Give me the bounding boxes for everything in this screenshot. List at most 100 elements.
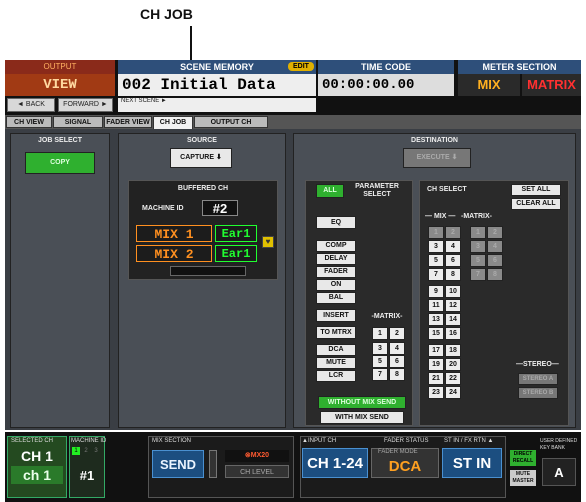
tab-ch-job[interactable]: CH JOB — [153, 116, 193, 130]
scene-display[interactable]: 002 Initial Data — [118, 74, 316, 96]
ch-select-mix-8[interactable]: 8 — [445, 268, 461, 281]
param-matrix-1[interactable]: 1 — [372, 327, 388, 340]
stereo-b-button[interactable]: STEREO B — [518, 387, 558, 399]
param-all-button[interactable]: ALL — [316, 184, 344, 198]
meter-section-label: METER SECTION — [458, 60, 581, 74]
stereo-a-button[interactable]: STEREO A — [518, 373, 558, 385]
ch-select-matrix-5[interactable]: 5 — [470, 254, 486, 267]
ch-select-mix-23[interactable]: 23 — [428, 386, 444, 399]
param-to-mtrx-button[interactable]: TO MTRX — [316, 326, 356, 339]
input-ch-button[interactable]: CH 1-24 — [302, 448, 368, 478]
param-fader-button[interactable]: FADER — [316, 266, 356, 278]
tab-signal-flow[interactable]: SIGNAL FLOW — [53, 116, 103, 138]
ch-select-matrix-6[interactable]: 6 — [487, 254, 503, 267]
direct-recall-button[interactable]: DIRECT RECALL — [510, 450, 536, 466]
ch-select-mix-12[interactable]: 12 — [445, 299, 461, 312]
fader-mode-label: FADER MODE — [378, 449, 418, 455]
param-matrix-5[interactable]: 5 — [372, 355, 388, 368]
ch-select-matrix-1[interactable]: 1 — [470, 226, 486, 239]
mute-master-button[interactable]: MUTE MASTER — [510, 470, 536, 486]
buffered-ch-title: BUFFERED CH — [177, 185, 229, 192]
ch-select-mix-5[interactable]: 5 — [428, 254, 444, 267]
job-select-title: JOB SELECT — [38, 137, 82, 144]
machine-digit-2: 2 — [84, 448, 88, 454]
ch-select-matrix-7[interactable]: 7 — [470, 268, 486, 281]
ch-select-mix-24[interactable]: 24 — [445, 386, 461, 399]
tab-ch-view[interactable]: CH VIEW — [6, 116, 52, 128]
time-code-display[interactable]: 00:00:00.00 — [318, 74, 454, 96]
param-comp-button[interactable]: COMP — [316, 240, 356, 252]
param-mute-button[interactable]: MUTE — [316, 357, 356, 369]
ch-select-mix-10[interactable]: 10 — [445, 285, 461, 298]
param-matrix-3[interactable]: 3 — [372, 342, 388, 355]
stin-fxrtn-label: ST IN / FX RTN ▲ — [444, 438, 494, 444]
meter-mix-button[interactable]: MIX — [458, 74, 520, 96]
ch-select-matrix-2[interactable]: 2 — [487, 226, 503, 239]
ch-select-mix-2[interactable]: 2 — [445, 226, 461, 239]
ch-select-mix-11[interactable]: 11 — [428, 299, 444, 312]
ch-select-mix-13[interactable]: 13 — [428, 313, 444, 326]
param-lcr-button[interactable]: LCR — [316, 370, 356, 382]
param-select-title: PARAMETER SELECT — [355, 183, 399, 198]
ch-select-mix-20[interactable]: 20 — [445, 358, 461, 371]
link-icon[interactable]: ♥ — [262, 236, 274, 248]
ch-select-mix-7[interactable]: 7 — [428, 268, 444, 281]
ch-select-mix-4[interactable]: 4 — [445, 240, 461, 253]
send-button[interactable]: SEND — [152, 450, 204, 478]
mix-bus-display: ⊗MX20 — [225, 450, 289, 462]
output-view-button[interactable]: VIEW — [5, 74, 115, 96]
param-on-button[interactable]: ON — [316, 279, 356, 291]
user-defined-key-bank-label: USER DEFINED KEY BANK — [540, 438, 578, 451]
machine-id-label: MACHINE ID — [142, 205, 184, 212]
capture-button[interactable]: CAPTURE ⬇ — [170, 148, 232, 168]
param-matrix-2[interactable]: 2 — [389, 327, 405, 340]
param-dca-button[interactable]: DCA — [316, 344, 356, 356]
without-mix-send-button[interactable]: WITHOUT MIX SEND — [318, 396, 406, 409]
st-in-button[interactable]: ST IN — [442, 448, 502, 478]
ch-select-matrix-4[interactable]: 4 — [487, 240, 503, 253]
with-mix-send-button[interactable]: WITH MIX SEND — [320, 411, 404, 424]
param-matrix-4[interactable]: 4 — [389, 342, 405, 355]
param-matrix-8[interactable]: 8 — [389, 368, 405, 381]
ch-select-mix-17[interactable]: 17 — [428, 344, 444, 357]
fader-mode-value[interactable]: DCA — [371, 458, 439, 475]
ch-select-mix-14[interactable]: 14 — [445, 313, 461, 326]
tab-output-ch-library[interactable]: OUTPUT CH LIBRARY — [194, 116, 268, 138]
ch-select-mix-16[interactable]: 16 — [445, 327, 461, 340]
ch-select-mix-6[interactable]: 6 — [445, 254, 461, 267]
param-eq-button[interactable]: EQ — [316, 216, 356, 229]
ch-select-mix-3[interactable]: 3 — [428, 240, 444, 253]
ch-select-mix-22[interactable]: 22 — [445, 372, 461, 385]
execute-button[interactable]: EXECUTE ⬇ — [403, 148, 471, 168]
selected-ch-value[interactable]: CH 1 — [11, 448, 63, 464]
param-delay-button[interactable]: DELAY — [316, 253, 356, 265]
copy-button[interactable]: COPY — [25, 152, 95, 174]
ch-select-mix-9[interactable]: 9 — [428, 285, 444, 298]
key-bank-value[interactable]: A — [542, 458, 576, 486]
ch-select-matrix-8[interactable]: 8 — [487, 268, 503, 281]
set-all-button[interactable]: SET ALL — [511, 184, 561, 196]
param-matrix-7[interactable]: 7 — [372, 368, 388, 381]
ch-select-mix-1[interactable]: 1 — [428, 226, 444, 239]
forward-button[interactable]: FORWARD ► — [58, 98, 113, 112]
tab-fader-view[interactable]: FADER VIEW — [104, 116, 152, 128]
param-insert-button[interactable]: INSERT — [316, 309, 356, 322]
destination-title: DESTINATION — [411, 137, 458, 144]
ch-select-mix-21[interactable]: 21 — [428, 372, 444, 385]
param-bal-button[interactable]: BAL — [316, 292, 356, 304]
next-scene[interactable]: NEXT SCENE ► — [118, 98, 316, 112]
clear-all-button[interactable]: CLEAR ALL — [511, 198, 561, 210]
param-matrix-label: -MATRIX- — [371, 313, 403, 320]
ch-select-mix-19[interactable]: 19 — [428, 358, 444, 371]
meter-matrix-button[interactable]: MATRIX — [522, 74, 581, 96]
param-matrix-6[interactable]: 6 — [389, 355, 405, 368]
mix-column-label: — MIX — — [425, 213, 456, 220]
callout-label: CH JOB — [140, 6, 193, 22]
buffered-row-1-name: Ear1 — [215, 225, 257, 242]
source-title: SOURCE — [187, 137, 217, 144]
ch-select-matrix-3[interactable]: 3 — [470, 240, 486, 253]
ch-level-button[interactable]: CH LEVEL — [225, 465, 289, 478]
ch-select-mix-15[interactable]: 15 — [428, 327, 444, 340]
back-button[interactable]: ◄ BACK — [7, 98, 55, 112]
ch-select-mix-18[interactable]: 18 — [445, 344, 461, 357]
